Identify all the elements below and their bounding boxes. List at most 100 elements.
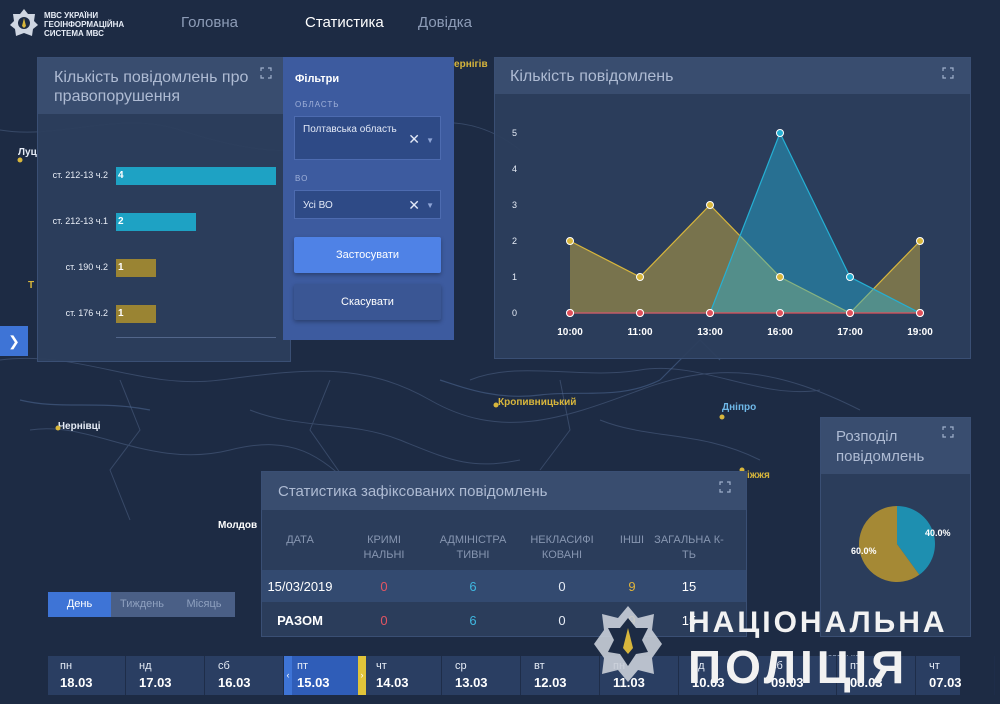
map-label-ternopil: Т — [28, 280, 35, 291]
table-cell-admin: 6 — [469, 579, 477, 594]
apply-button[interactable]: Застосувати — [294, 237, 441, 273]
watermark-line-2: ПОЛІЦІЯ — [688, 641, 909, 693]
filters-panel: Фільтри ОБЛАСТЬ Полтавська область ✕ ▼ В… — [283, 57, 454, 340]
tab-week[interactable]: Тиждень — [111, 592, 173, 617]
sidebar-expand-button[interactable]: ❯ — [0, 326, 28, 356]
y-tick-label: 5 — [512, 128, 517, 138]
x-tick-label: 11:00 — [627, 327, 652, 338]
nav-home[interactable]: Головна — [181, 14, 238, 31]
column-header: АДМІНІСТРА ТИВНІ — [439, 534, 507, 561]
table-cell-other: 9 — [628, 579, 636, 594]
chevron-down-icon[interactable]: ▼ — [426, 201, 434, 210]
expand-icon[interactable] — [942, 426, 954, 438]
y-tick-label: 1 — [512, 272, 517, 282]
data-point[interactable] — [566, 309, 574, 317]
nav-statistics[interactable]: Статистика — [305, 14, 384, 31]
table-cell-date: 15/03/2019 — [267, 579, 333, 594]
logo-text: МВС УКРАЇНИ ГЕОІНФОРМАЦІЙНА СИСТЕМА МВС — [44, 11, 124, 38]
clear-unit-icon[interactable]: ✕ — [408, 197, 420, 214]
nav-help[interactable]: Довідка — [418, 14, 472, 31]
column-header: ІНШІ — [619, 534, 645, 546]
table-cell-admin: 6 — [469, 613, 477, 628]
expand-icon[interactable] — [260, 67, 272, 79]
unit-select[interactable]: Усі ВО ✕ ▼ — [294, 190, 441, 219]
chevron-down-icon[interactable]: ▼ — [426, 136, 434, 145]
y-tick-label: 4 — [512, 164, 517, 174]
messages-chart-panel: Кількість повідомлень 0 1 2 3 4 5 10:00 11:00 13… — [494, 57, 971, 359]
expand-icon[interactable] — [942, 67, 954, 79]
pie-slice-label: 40.0% — [925, 528, 951, 538]
logo-line: СИСТЕМА МВС — [44, 29, 104, 38]
x-tick-label: 13:00 — [697, 327, 723, 338]
data-point[interactable] — [846, 309, 854, 317]
chevron-right-icon: › — [360, 670, 364, 680]
ministry-logo-icon — [10, 9, 38, 36]
distribution-panel: Розподіл повідомлень 40.0% 60.0% — [820, 417, 971, 637]
day-weekday: пн — [60, 660, 73, 672]
data-point[interactable] — [706, 201, 714, 209]
day-weekday: вт — [534, 660, 545, 672]
table-cell-total: 15 — [681, 579, 697, 594]
day-weekday: ср — [455, 660, 467, 672]
unit-select-value: Усі ВО — [303, 200, 333, 211]
table-cell-date: РАЗОМ — [277, 613, 323, 628]
tab-day[interactable]: День — [48, 592, 111, 617]
data-point[interactable] — [776, 273, 784, 281]
x-tick-label: 16:00 — [767, 327, 793, 338]
data-point[interactable] — [706, 309, 714, 317]
x-tick-label: 10:00 — [557, 327, 583, 338]
data-point[interactable] — [846, 273, 854, 281]
bar[interactable] — [116, 213, 196, 231]
range-end-handle[interactable]: › — [358, 656, 366, 695]
region-select-value: Полтавська область — [303, 124, 397, 135]
table-cell-criminal: 0 — [380, 579, 388, 594]
day-weekday: чт — [929, 660, 940, 672]
day-item[interactable]: пт 15.03 — [285, 656, 363, 695]
day-item[interactable]: чт 07.03 — [917, 656, 995, 695]
day-item[interactable]: пн 18.03 — [48, 656, 126, 695]
day-item[interactable]: чт 14.03 — [364, 656, 442, 695]
bar-label: ст. 190 ч.2 — [65, 262, 108, 272]
clear-region-icon[interactable]: ✕ — [408, 131, 420, 148]
day-item[interactable]: ср 13.03 — [443, 656, 521, 695]
day-weekday: чт — [376, 660, 387, 672]
data-point[interactable] — [916, 237, 924, 245]
distribution-title: Розподіл повідомлень — [836, 428, 925, 465]
day-item[interactable]: сб 16.03 — [206, 656, 284, 695]
region-select[interactable]: Полтавська область ✕ ▼ — [294, 116, 441, 160]
bar-label: ст. 176 ч.2 — [65, 308, 108, 318]
data-point[interactable] — [776, 309, 784, 317]
day-date: 17.03 — [139, 675, 172, 690]
tab-month[interactable]: Місяць — [173, 592, 235, 617]
day-item[interactable]: вт 12.03 — [522, 656, 600, 695]
day-weekday: нд — [139, 660, 152, 672]
data-point[interactable] — [566, 237, 574, 245]
day-weekday: сб — [218, 660, 230, 672]
data-point[interactable] — [776, 129, 784, 137]
data-point[interactable] — [636, 309, 644, 317]
bar[interactable] — [116, 167, 276, 185]
offenses-panel-header: Кількість повідомлень про правопорушення — [38, 58, 290, 114]
bar-label: ст. 212-13 ч.2 — [52, 170, 108, 180]
stats-table-header: Статистика зафіксованих повідомлень — [262, 472, 746, 510]
column-header: НЕКЛАСИФІ КОВАНІ — [530, 534, 594, 561]
column-header: ДАТА — [286, 534, 314, 546]
watermark-line-1: НАЦІОНАЛЬНА — [688, 606, 948, 639]
chevron-right-icon: ❯ — [8, 333, 20, 349]
map-label-kropyvnytskyi: Кропивницький — [498, 397, 577, 408]
cancel-button[interactable]: Скасувати — [294, 284, 441, 320]
filters-title: Фільтри — [295, 73, 340, 85]
logo-line: ГЕОІНФОРМАЦІЙНА — [44, 20, 125, 29]
expand-icon[interactable] — [719, 481, 731, 493]
unit-label: ВО — [295, 174, 309, 183]
offenses-panel-title: Кількість повідомлень про правопорушення — [54, 69, 249, 105]
table-cell-unclassified: 0 — [558, 579, 566, 594]
range-start-handle[interactable]: ‹ — [284, 656, 292, 695]
data-point[interactable] — [636, 273, 644, 281]
day-date: 12.03 — [534, 675, 567, 690]
day-date: 16.03 — [218, 675, 251, 690]
table-cell-criminal: 0 — [380, 613, 388, 628]
police-badge-icon — [594, 606, 662, 682]
data-point[interactable] — [916, 309, 924, 317]
day-item[interactable]: нд 17.03 — [127, 656, 205, 695]
